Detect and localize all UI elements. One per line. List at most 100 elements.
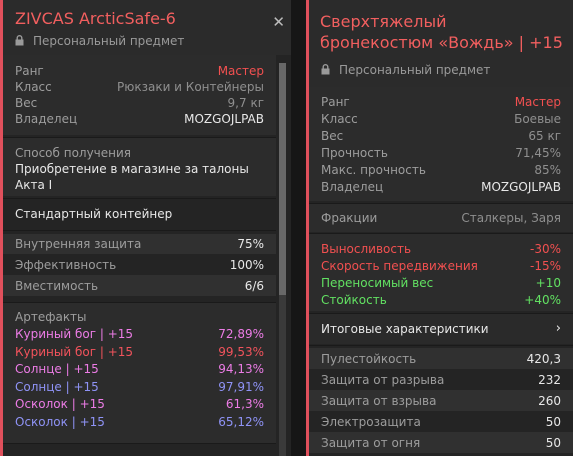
personal-item-label: Персональный предмет — [321, 63, 490, 77]
artifact-value: 94,13% — [218, 362, 264, 376]
stat-row-internal-protection: Внутренняя защита 75% — [3, 234, 276, 254]
info-row-rank: Ранг Мастер — [3, 63, 276, 79]
rank-label: Ранг — [15, 64, 44, 78]
factions-section: Фракции Сталкеры, Заря — [309, 203, 573, 232]
protection-row: Защита от взрыва 260 — [309, 390, 573, 411]
artifact-name: Осколок | +15 — [15, 397, 105, 411]
protection-label: Защита от разрыва — [321, 372, 445, 387]
stat-label: Вместимость — [15, 278, 99, 293]
info-row-weight: Вес 65 кг — [309, 127, 573, 144]
artifact-row[interactable]: Осколок | +15 65,12% — [3, 414, 276, 432]
class-label: Класс — [321, 111, 358, 126]
container-type: Стандартный контейнер — [3, 198, 276, 229]
protection-label: Защита от взрыва — [321, 393, 437, 408]
weight-label: Вес — [15, 96, 38, 110]
stat-row-capacity: Вместимость 6/6 — [3, 275, 276, 296]
weight-value: 9,7 кг — [227, 96, 264, 110]
durability-label: Прочность — [321, 145, 388, 160]
artifact-row[interactable]: Осколок | +15 61,3% — [3, 396, 276, 414]
scrollbar-thumb[interactable] — [279, 63, 286, 295]
item-tooltip-zivcas: ZIVCAS ArcticSafe-6 ✕ Персональный предм… — [0, 0, 291, 456]
protection-label: Электрозащита — [321, 414, 421, 429]
rank-value: Мастер — [217, 64, 264, 78]
artifact-value: 65,12% — [218, 414, 264, 429]
factions-label: Фракции — [321, 211, 378, 225]
item-title: Сверхтяжелый бронекостюм «Вождь» | +15 — [320, 12, 563, 52]
tooltip-body[interactable]: Ранг Мастер Класс Рюкзаки и Контейнеры В… — [3, 55, 291, 456]
info-row-durability: Прочность 71,45% — [309, 144, 573, 161]
artifact-row[interactable]: Солнце | +15 94,13% — [3, 361, 276, 379]
modifier-row: Стойкость +40% — [309, 291, 573, 308]
artifact-value: 72,89% — [218, 327, 264, 341]
item-tooltip-vozhd: Сверхтяжелый бронекостюм «Вождь» | +15 П… — [306, 0, 573, 456]
protection-label: Пулестойкость — [321, 351, 417, 366]
factions-value: Сталкеры, Заря — [461, 211, 561, 225]
max-durability-label: Макс. прочность — [321, 162, 426, 177]
info-section: Ранг Мастер Класс Боевые Вес 65 кг Прочн… — [309, 87, 573, 201]
owner-label: Владелец — [15, 112, 78, 126]
protection-row: Защита от разрыва 232 — [309, 369, 573, 390]
class-label: Класс — [15, 80, 52, 94]
owner-label: Владелец — [321, 179, 384, 194]
stat-label: Эффективность — [15, 257, 117, 272]
weight-label: Вес — [321, 128, 344, 143]
summary-label: Итоговые характеристики — [321, 322, 489, 336]
protection-value: 50 — [545, 414, 561, 429]
protection-row: Пулестойкость 420,3 — [309, 348, 573, 369]
obtain-value: Приобретение в магазине за талоны Акта I — [15, 162, 249, 192]
artifact-value: 97,91% — [218, 379, 264, 394]
close-icon[interactable]: ✕ — [272, 13, 285, 31]
info-row-weight: Вес 9,7 кг — [3, 95, 276, 111]
stat-row-efficiency: Эффективность 100% — [3, 254, 276, 275]
stat-value: 75% — [237, 237, 264, 251]
modifier-row: Выносливость -30% — [309, 240, 573, 257]
artifact-row[interactable]: Куриный бог | +15 72,89% — [3, 326, 276, 344]
artifact-name: Осколок | +15 — [15, 414, 105, 429]
artifact-row[interactable]: Солнце | +15 97,91% — [3, 379, 276, 397]
stat-value: 6/6 — [244, 278, 264, 293]
info-row-max-durability: Макс. прочность 85% — [309, 161, 573, 178]
tooltip-header: ZIVCAS ArcticSafe-6 ✕ Персональный предм… — [3, 0, 291, 55]
artifact-value: 61,3% — [225, 397, 264, 411]
artifact-name: Куриный бог | +15 — [15, 327, 134, 341]
modifiers-section: Выносливость -30% Скорость передвижения … — [309, 233, 573, 311]
weight-value: 65 кг — [528, 128, 561, 143]
artifact-name: Солнце | +15 — [15, 379, 99, 394]
modifier-value: +10 — [535, 275, 561, 290]
protection-row: Электрозащита 50 — [309, 411, 573, 432]
artifacts-section: Артефакты Куриный бог | +15 72,89% Курин… — [3, 302, 276, 456]
protection-value: 232 — [538, 372, 561, 387]
summary-button[interactable]: Итоговые характеристики › — [309, 313, 573, 344]
modifier-row: Переносимый вес +10 — [309, 274, 573, 291]
scrollbar-track[interactable] — [279, 63, 286, 456]
artifact-name: Солнце | +15 — [15, 362, 99, 376]
modifier-label: Стойкость — [321, 292, 387, 307]
modifier-value: -30% — [529, 241, 561, 256]
modifier-label: Переносимый вес — [321, 275, 434, 290]
info-row-rank: Ранг Мастер — [309, 93, 573, 110]
personal-item-text: Персональный предмет — [339, 63, 491, 77]
protection-label: Защита от огня — [321, 435, 421, 450]
chevron-right-icon: › — [555, 321, 561, 336]
protection-row: Защита от огня 50 — [309, 432, 573, 453]
obtain-label: Способ получения — [15, 146, 132, 160]
artifacts-label: Артефакты — [15, 310, 87, 324]
protection-value: 50 — [545, 435, 561, 450]
modifier-row: Скорость передвижения -15% — [309, 257, 573, 274]
artifact-row[interactable]: Куриный бог | +15 99,53% — [3, 344, 276, 362]
cut-off-row — [3, 443, 276, 456]
info-section: Ранг Мастер Класс Рюкзаки и Контейнеры В… — [3, 55, 276, 135]
info-row-owner: Владелец MOZGOJLPAB — [3, 111, 276, 127]
stats-section: Внутренняя защита 75% Эффективность 100%… — [3, 230, 276, 301]
rank-value: Мастер — [514, 94, 561, 109]
factions-row: Фракции Сталкеры, Заря — [309, 210, 573, 226]
personal-item-label: Персональный предмет — [15, 34, 184, 48]
info-row-owner: Владелец MOZGOJLPAB — [309, 178, 573, 195]
info-row-class: Класс Боевые — [309, 110, 573, 127]
durability-value: 71,45% — [515, 145, 561, 160]
class-value: Рюкзаки и Контейнеры — [117, 80, 264, 94]
owner-value: MOZGOJLPAB — [184, 112, 264, 126]
info-row-class: Класс Рюкзаки и Контейнеры — [3, 79, 276, 95]
lock-icon — [15, 34, 24, 45]
stat-label: Внутренняя защита — [15, 237, 142, 251]
